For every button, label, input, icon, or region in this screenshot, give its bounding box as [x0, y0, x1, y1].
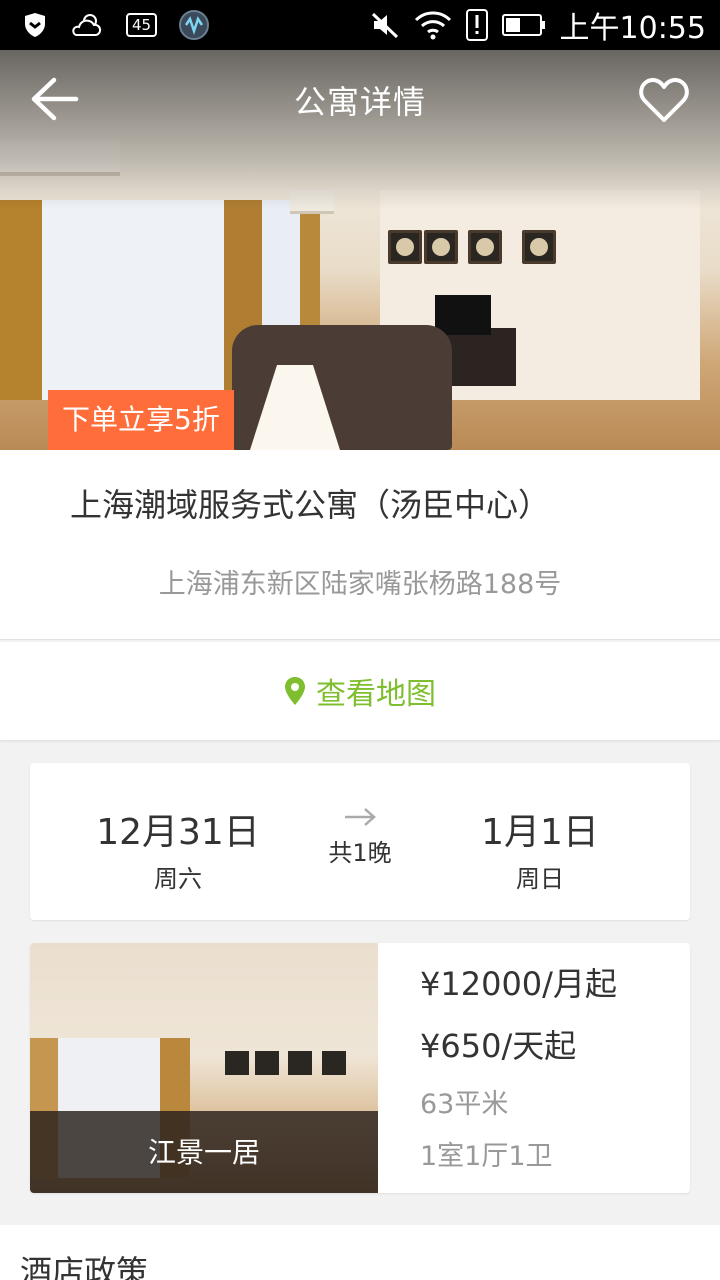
- apartment-address: 上海浦东新区陆家嘴张杨路188号: [158, 569, 562, 600]
- map-pin-icon: [285, 677, 305, 705]
- room-thumbnail: 江景一居: [30, 943, 378, 1193]
- apartment-info: 上海潮域服务式公寓（汤臣中心） 上海浦东新区陆家嘴张杨路188号: [0, 450, 720, 640]
- arrow-right-icon: [345, 808, 376, 826]
- hotel-policy-title: 酒店政策: [20, 1253, 149, 1280]
- page-title: 公寓详情: [293, 83, 426, 121]
- promo-tag: 下单立享5折: [48, 390, 234, 450]
- room-layout: 1室1厅1卫: [420, 1141, 553, 1172]
- checkin-weekday: 周六: [154, 865, 202, 893]
- checkin-date[interactable]: 12月31日 周六: [68, 803, 288, 894]
- room-info: ¥12000/月起 ¥650/天起 63平米 1室1厅1卫: [420, 963, 617, 1175]
- checkout-weekday: 周日: [516, 865, 564, 893]
- room-type: 江景一居: [147, 1136, 260, 1169]
- checkin-date-value: 12月31日: [96, 812, 260, 853]
- mute-icon: [371, 12, 398, 39]
- room-card[interactable]: 江景一居 ¥12000/月起 ¥650/天起 63平米 1室1厅1卫: [30, 943, 690, 1193]
- stay-dates-card[interactable]: 12月31日 周六 共1晚 1月1日 周日: [30, 763, 690, 920]
- shield-icon: [25, 13, 45, 37]
- nights-count: 共1晚: [328, 839, 392, 867]
- weather-icon: [72, 14, 102, 36]
- price-per-day: ¥650/天起: [420, 1027, 577, 1065]
- status-time: 上午10:55: [559, 11, 706, 46]
- hotel-policy-section: 酒店政策: [0, 1225, 720, 1280]
- checkout-date-value: 1月1日: [481, 812, 599, 853]
- nights-summary: 共1晚: [300, 807, 420, 868]
- favorite-button[interactable]: [638, 76, 690, 124]
- top-bar: 公寓详情: [0, 50, 720, 150]
- battery-icon: [501, 14, 545, 36]
- arrow-left-icon: [31, 77, 79, 121]
- back-button[interactable]: [30, 76, 80, 122]
- view-map-label: 查看地图: [316, 677, 436, 712]
- apartment-name: 上海潮域服务式公寓（汤臣中心）: [70, 486, 551, 524]
- alert-icon: [465, 9, 488, 41]
- checkout-date[interactable]: 1月1日 周日: [430, 803, 650, 894]
- price-per-month: ¥12000/月起: [420, 965, 617, 1003]
- room-area: 63平米: [420, 1089, 509, 1120]
- notification-badge-icon: 45: [126, 13, 158, 37]
- app-icon: [179, 10, 210, 40]
- heart-outline-icon: [639, 77, 689, 122]
- status-bar: 45 上午10:55: [0, 0, 720, 50]
- wifi-icon: [414, 11, 451, 40]
- view-map-button[interactable]: 查看地图: [0, 642, 720, 740]
